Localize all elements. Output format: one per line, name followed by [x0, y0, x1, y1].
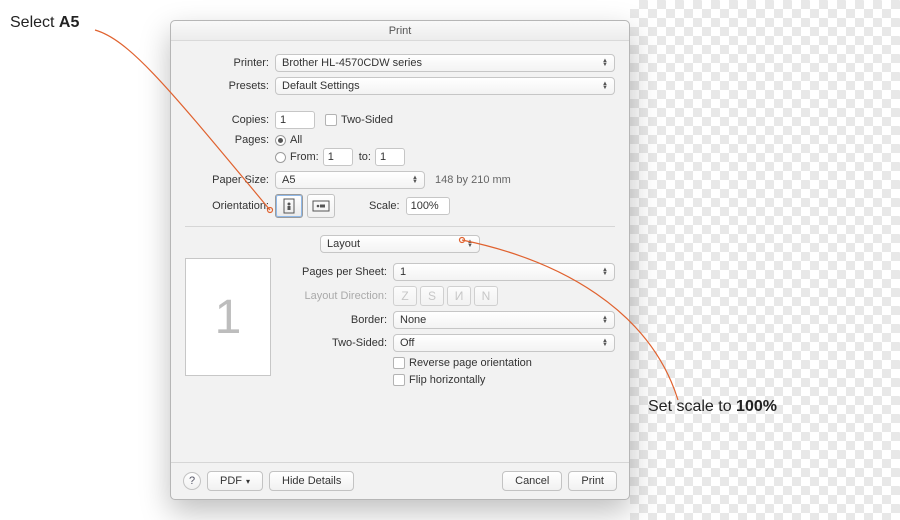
flip-horizontally-label: Flip horizontally: [409, 374, 485, 386]
border-label: Border:: [283, 314, 393, 326]
layout-direction-2[interactable]: S: [420, 286, 444, 306]
layout-direction-3[interactable]: И: [447, 286, 471, 306]
pages-per-sheet-select[interactable]: 1 ▲▼: [393, 263, 615, 281]
section-select[interactable]: Layout ▲▼: [320, 235, 480, 253]
reverse-orientation-label: Reverse page orientation: [409, 357, 532, 369]
updown-icon: ▲▼: [600, 339, 610, 347]
layout-direction-4[interactable]: N: [474, 286, 498, 306]
print-button[interactable]: Print: [568, 471, 617, 491]
pages-from-input[interactable]: 1: [323, 148, 353, 166]
copies-input[interactable]: 1: [275, 111, 315, 129]
landscape-icon: [312, 199, 330, 213]
printer-select[interactable]: Brother HL-4570CDW series ▲▼: [275, 54, 615, 72]
border-select[interactable]: None ▲▼: [393, 311, 615, 329]
updown-icon: ▲▼: [465, 240, 475, 248]
updown-icon: ▲▼: [600, 268, 610, 276]
updown-icon: ▲▼: [410, 176, 420, 184]
pages-to-input[interactable]: 1: [375, 148, 405, 166]
updown-icon: ▲▼: [600, 82, 610, 90]
orientation-portrait-button[interactable]: [275, 194, 303, 218]
orientation-label: Orientation:: [185, 200, 275, 212]
pages-all-label: All: [290, 134, 302, 146]
paper-size-select[interactable]: A5 ▲▼: [275, 171, 425, 189]
copies-label: Copies:: [185, 114, 275, 126]
layout-direction-label: Layout Direction:: [283, 290, 393, 302]
printer-label: Printer:: [185, 57, 275, 69]
page-preview: 1: [185, 258, 271, 376]
two-sided-select-label: Two-Sided:: [283, 337, 393, 349]
annotation-select-a5: Select A5: [10, 14, 79, 32]
flip-horizontally-checkbox[interactable]: [393, 374, 405, 386]
paper-size-dimensions: 148 by 210 mm: [435, 174, 511, 186]
cancel-button[interactable]: Cancel: [502, 471, 562, 491]
scale-label: Scale:: [369, 200, 400, 212]
transparency-background: [630, 0, 900, 520]
layout-direction-1[interactable]: Z: [393, 286, 417, 306]
pages-from-label: From:: [290, 151, 319, 163]
pages-label: Pages:: [185, 134, 275, 146]
presets-select[interactable]: Default Settings ▲▼: [275, 77, 615, 95]
updown-icon: ▲▼: [600, 316, 610, 324]
pages-all-radio[interactable]: [275, 135, 286, 146]
hide-details-button[interactable]: Hide Details: [269, 471, 354, 491]
pages-to-label: to:: [359, 151, 371, 163]
portrait-icon: [282, 198, 296, 214]
two-sided-select[interactable]: Off ▲▼: [393, 334, 615, 352]
help-button[interactable]: ?: [183, 472, 201, 490]
pdf-menu-button[interactable]: PDF▾: [207, 471, 263, 491]
two-sided-label: Two-Sided: [341, 114, 393, 126]
reverse-orientation-checkbox[interactable]: [393, 357, 405, 369]
two-sided-checkbox[interactable]: [325, 114, 337, 126]
pages-per-sheet-label: Pages per Sheet:: [283, 266, 393, 278]
chevron-down-icon: ▾: [246, 477, 250, 486]
pages-from-radio[interactable]: [275, 152, 286, 163]
scale-input[interactable]: 100%: [406, 197, 450, 215]
paper-size-label: Paper Size:: [185, 174, 275, 186]
print-dialog: Print Printer: Brother HL-4570CDW series…: [170, 20, 630, 500]
updown-icon: ▲▼: [600, 59, 610, 67]
annotation-set-scale: Set scale to 100%: [648, 398, 777, 416]
orientation-landscape-button[interactable]: [307, 194, 335, 218]
presets-label: Presets:: [185, 80, 275, 92]
dialog-footer: ? PDF▾ Hide Details Cancel Print: [171, 462, 629, 499]
window-title: Print: [171, 21, 629, 41]
